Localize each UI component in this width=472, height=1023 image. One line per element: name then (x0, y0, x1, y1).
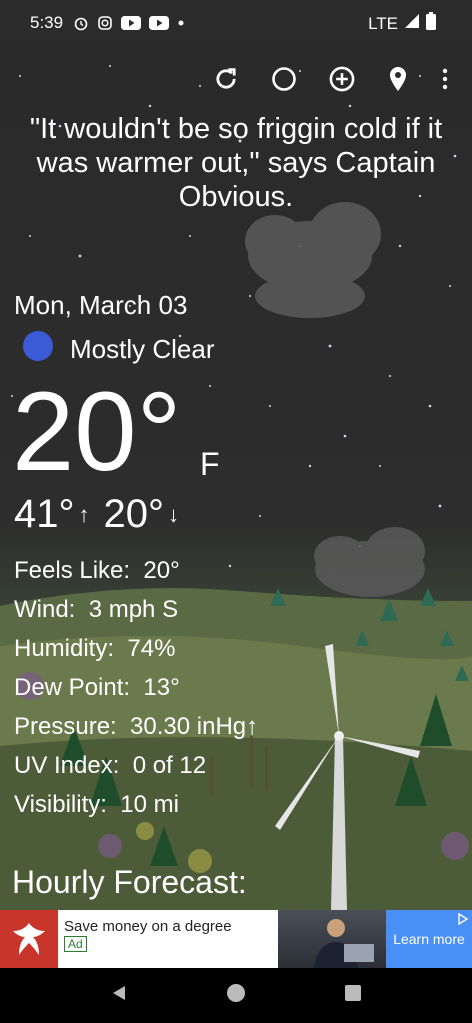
app-toolbar (212, 62, 472, 96)
status-time: 5:39 (30, 13, 64, 32)
hourly-forecast-title: Hourly Forecast: (12, 864, 247, 900)
detail-row-pressure: Pressure: 30.30 inHg↑ (14, 713, 259, 740)
ad-image[interactable] (278, 910, 386, 968)
learn-more-button[interactable]: Learn more (386, 910, 472, 968)
detail-row-wind: Wind: 3 mph S (14, 596, 179, 623)
weather-scene: "It wouldn't be so friggin cold if it wa… (0, 46, 472, 910)
weather-details: Feels Like: 20° Wind: 3 mph S Humidity: … (14, 551, 258, 824)
funny-quote: "It wouldn't be so friggin cold if it wa… (29, 113, 443, 213)
high-low-temps: 41° ↑ 20° ↓ (14, 492, 193, 537)
high-temp: 41° (14, 492, 75, 536)
up-arrow-icon: ↑ (78, 501, 90, 527)
moon-icon (20, 328, 56, 371)
learn-more-label[interactable]: Learn more (393, 931, 465, 947)
location-pin-icon[interactable] (386, 64, 410, 94)
forecast-date: Mon, March 03 (14, 290, 188, 320)
more-vert-icon[interactable] (440, 64, 450, 94)
ad-logo (0, 910, 58, 968)
recents-button-icon[interactable] (344, 984, 362, 1007)
youtube-icon (121, 16, 142, 30)
back-button-icon[interactable] (110, 984, 128, 1007)
ad-headline[interactable]: Save money on a degree (64, 918, 272, 935)
theme-icon[interactable] (270, 64, 298, 94)
detail-row-visibility: Visibility: 10 mi (14, 791, 179, 818)
dot-icon (177, 19, 185, 27)
detail-row-humidity: Humidity: 74% (14, 635, 176, 662)
condition-text: Mostly Clear (70, 334, 215, 364)
status-bar: 5:39 LTE (0, 0, 472, 46)
ad-text[interactable]: Save money on a degree Ad (58, 910, 278, 968)
instagram-icon (97, 15, 113, 31)
youtube-icon (149, 16, 170, 30)
network-label: LTE (368, 13, 398, 33)
ad-choices-icon[interactable] (456, 912, 470, 929)
ad-badge: Ad (64, 936, 87, 952)
home-button-icon[interactable] (226, 983, 246, 1008)
low-temp: 20° (103, 492, 165, 536)
temperature-unit: F (200, 446, 220, 482)
add-location-icon[interactable] (328, 64, 356, 94)
signal-icon (404, 13, 420, 34)
detail-row-uv-index: UV Index: 0 of 12 (14, 752, 207, 779)
alarm-icon (73, 15, 89, 31)
current-condition: Mostly Clear (20, 328, 214, 371)
status-notification-icons (73, 15, 185, 31)
refresh-icon[interactable] (212, 64, 240, 94)
battery-icon (426, 12, 436, 35)
status-right: LTE (368, 12, 436, 35)
detail-row-feels-like: Feels Like: 20° (14, 557, 180, 584)
current-temperature: 20° (12, 369, 182, 494)
detail-row-dew-point: Dew Point: 13° (14, 674, 180, 701)
ad-banner[interactable]: Save money on a degree Ad Learn more (0, 910, 472, 968)
system-nav-bar (0, 968, 472, 1023)
down-arrow-icon: ↓ (168, 501, 179, 527)
